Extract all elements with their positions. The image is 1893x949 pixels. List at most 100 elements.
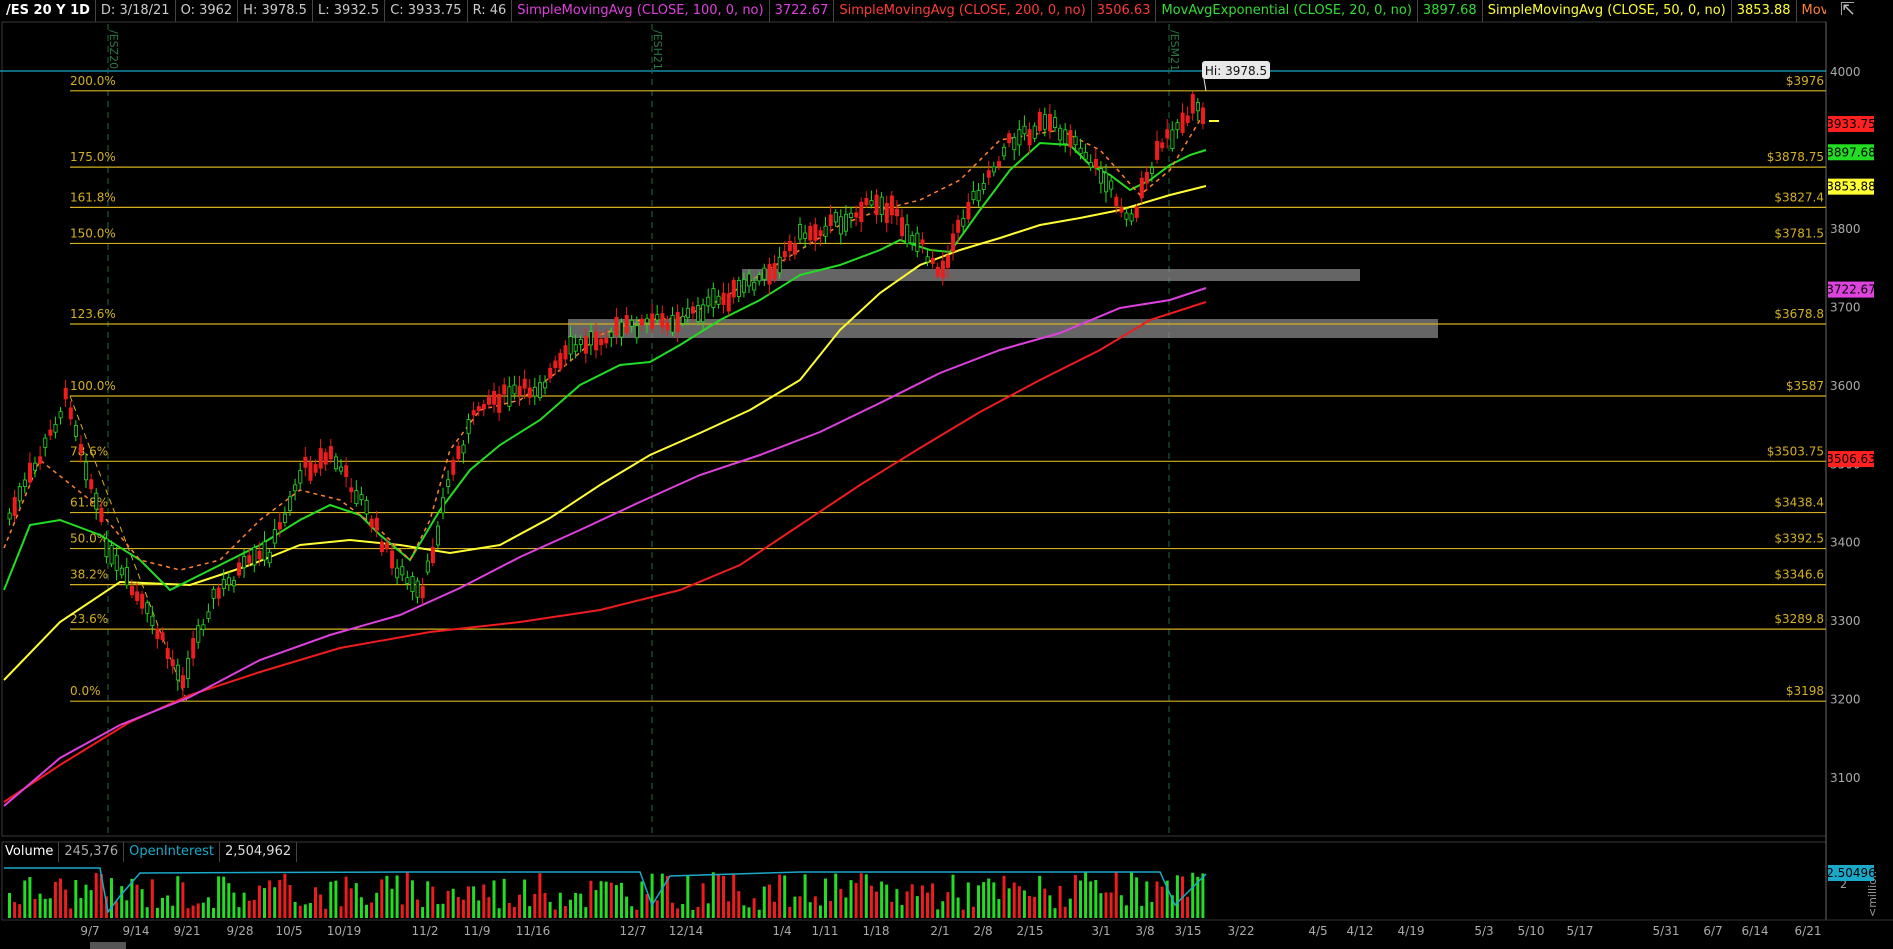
volume-bar bbox=[523, 879, 527, 918]
time-axis-tick: 1/4 bbox=[772, 924, 791, 938]
volume-bar bbox=[671, 902, 674, 918]
volume-bar bbox=[635, 909, 639, 918]
volume-bar bbox=[1043, 888, 1047, 918]
candle-body bbox=[844, 213, 849, 232]
volume-bar bbox=[217, 876, 221, 918]
candle-body bbox=[966, 202, 971, 220]
candle-body bbox=[640, 318, 645, 326]
volume-bar bbox=[1160, 886, 1164, 918]
candle-body bbox=[701, 304, 706, 323]
fib-level-price: $3827.4 bbox=[1774, 190, 1824, 204]
volume-bar bbox=[227, 883, 231, 918]
volume-bar bbox=[1058, 885, 1062, 918]
candle-body bbox=[481, 404, 486, 410]
volume-bar bbox=[742, 905, 746, 918]
volume-bar bbox=[512, 907, 516, 918]
candle-body bbox=[58, 411, 63, 419]
candle-body bbox=[502, 384, 507, 395]
volume-bar bbox=[303, 904, 307, 918]
fib-level-price: $3346.6 bbox=[1774, 568, 1824, 582]
candle-body bbox=[1099, 168, 1104, 184]
volume-bar bbox=[926, 892, 929, 918]
volume-label[interactable]: Volume bbox=[0, 842, 60, 862]
candle-body bbox=[645, 318, 650, 324]
time-axis-tick: 10/5 bbox=[276, 924, 303, 938]
volume-bar bbox=[966, 882, 970, 918]
volume-bar bbox=[436, 904, 440, 918]
candle-body bbox=[583, 336, 588, 354]
volume-bar bbox=[813, 896, 817, 918]
volume-bar bbox=[278, 880, 282, 918]
volume-bar bbox=[854, 883, 858, 918]
price-chart[interactable]: /ESZ20/ESH21/ESM21 200.0% $3976 175.0% $387… bbox=[0, 0, 1893, 949]
volume-bar bbox=[1033, 896, 1037, 918]
time-axis-tick: 10/19 bbox=[327, 924, 362, 938]
volume-bar bbox=[946, 892, 950, 918]
candle-body bbox=[129, 585, 134, 596]
open-interest-value: 2,504,962 bbox=[220, 842, 298, 862]
candle-body bbox=[216, 587, 221, 599]
price-badges: 3933.75 3897.68 3853.88 3722.67 3506.63 bbox=[1826, 115, 1876, 468]
candle-body bbox=[935, 266, 940, 277]
candle-body bbox=[282, 513, 287, 523]
volume-bar bbox=[1155, 881, 1159, 918]
volume-bar bbox=[752, 898, 756, 918]
volume-bar bbox=[538, 873, 542, 918]
candle-body bbox=[1185, 115, 1190, 123]
ema20-line[interactable] bbox=[3, 141, 1207, 592]
volume-bar bbox=[951, 874, 955, 918]
volume-bar bbox=[1135, 877, 1139, 918]
volume-bar bbox=[293, 901, 297, 918]
candle-body bbox=[262, 541, 267, 561]
candle-body bbox=[446, 479, 451, 487]
high-callout-label: Hi: 3978.5 bbox=[1205, 64, 1267, 78]
volume-bar bbox=[849, 880, 853, 918]
candle-body bbox=[461, 444, 466, 454]
candle-body bbox=[140, 593, 145, 609]
horizontal-scrollbar-thumb[interactable] bbox=[90, 942, 126, 949]
sma100-line[interactable] bbox=[3, 287, 1207, 807]
candle-body bbox=[940, 260, 945, 279]
candle-body bbox=[650, 313, 655, 329]
candle-body bbox=[696, 305, 701, 322]
open-interest-label[interactable]: OpenInterest bbox=[124, 842, 220, 862]
fib-level-price: $3878.75 bbox=[1767, 150, 1824, 164]
volume-bar bbox=[1053, 908, 1057, 918]
volume-bar bbox=[727, 901, 731, 918]
candle-body bbox=[568, 336, 573, 355]
volume-bar bbox=[563, 906, 567, 918]
volume-bar bbox=[1119, 895, 1123, 918]
volume-bar bbox=[1089, 881, 1093, 918]
time-axis-tick: 5/17 bbox=[1567, 924, 1594, 938]
candle-body bbox=[211, 588, 216, 599]
candle-body bbox=[451, 459, 456, 475]
candle-body bbox=[390, 550, 395, 569]
volume-bar bbox=[604, 881, 608, 918]
candle-body bbox=[981, 183, 986, 190]
support-zone-upper[interactable] bbox=[742, 269, 1360, 281]
volume-bar bbox=[130, 878, 134, 918]
candle-body bbox=[665, 322, 670, 331]
candle-body bbox=[527, 387, 532, 398]
candle-body bbox=[1190, 94, 1195, 114]
candle-body bbox=[757, 274, 762, 282]
time-axis-tick: 6/21 bbox=[1795, 924, 1822, 938]
candle-body bbox=[543, 381, 548, 389]
price-badge-label: 3722.67 bbox=[1826, 283, 1876, 297]
candle-body bbox=[186, 658, 191, 679]
candle-body bbox=[609, 331, 614, 339]
sma50-line[interactable] bbox=[3, 185, 1207, 681]
volume-bar bbox=[140, 889, 144, 918]
candle-body bbox=[507, 386, 512, 407]
candle-body bbox=[165, 648, 170, 660]
sma200-line[interactable] bbox=[3, 301, 1207, 803]
candle-body bbox=[247, 555, 252, 564]
fib-level-pct: 0.0% bbox=[70, 684, 101, 698]
candle-body bbox=[303, 456, 308, 468]
volume-bar bbox=[900, 904, 904, 918]
fib-level-pct: 150.0% bbox=[70, 226, 116, 240]
volume-bar bbox=[880, 881, 884, 918]
volume-bar bbox=[798, 896, 802, 918]
volume-bar bbox=[1099, 893, 1103, 918]
volume-bar bbox=[1079, 880, 1082, 918]
